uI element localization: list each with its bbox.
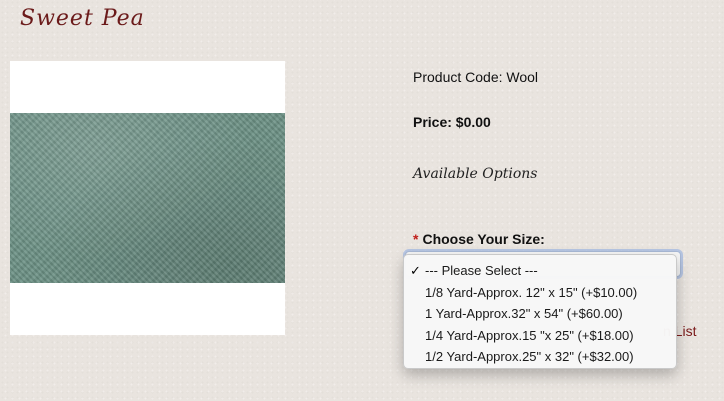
size-option[interactable]: 1 Yard-Approx.32" x 54" (+$60.00) [404, 303, 676, 325]
checkmark-icon: ✓ [410, 263, 421, 278]
size-option[interactable]: 1/4 Yard-Approx.15 "x 25" (+$18.00) [404, 325, 676, 347]
size-option-label: 1/8 Yard-Approx. 12" x 15" (+$10.00) [425, 284, 638, 300]
size-option-label: --- Please Select --- [425, 263, 538, 278]
size-option[interactable]: 1/8 Yard-Approx. 12" x 15" (+$10.00) [404, 282, 676, 304]
size-option[interactable]: 1/2 Yard-Approx.25" x 32" (+$32.00) [404, 346, 676, 368]
size-option-label: 1/2 Yard-Approx.25" x 32" (+$32.00) [425, 349, 634, 364]
size-option[interactable]: ✓ --- Please Select --- [404, 260, 676, 282]
available-options-heading: Available Options [413, 166, 538, 182]
size-dropdown-menu[interactable]: ✓ --- Please Select --- 1/8 Yard-Approx.… [403, 254, 677, 369]
choose-size-label: * Choose Your Size: [413, 231, 545, 247]
choose-size-text: Choose Your Size: [422, 231, 545, 247]
size-option-label: 1/4 Yard-Approx.15 "x 25" (+$18.00) [425, 327, 634, 343]
fabric-swatch-image [10, 113, 285, 283]
product-price: Price: $0.00 [413, 114, 491, 130]
required-marker: * [413, 231, 419, 247]
size-option-label: 1 Yard-Approx.32" x 54" (+$60.00) [425, 306, 623, 321]
product-image[interactable] [10, 61, 285, 335]
product-code: Product Code: Wool [413, 69, 539, 85]
product-title: Sweet Pea [20, 6, 145, 31]
